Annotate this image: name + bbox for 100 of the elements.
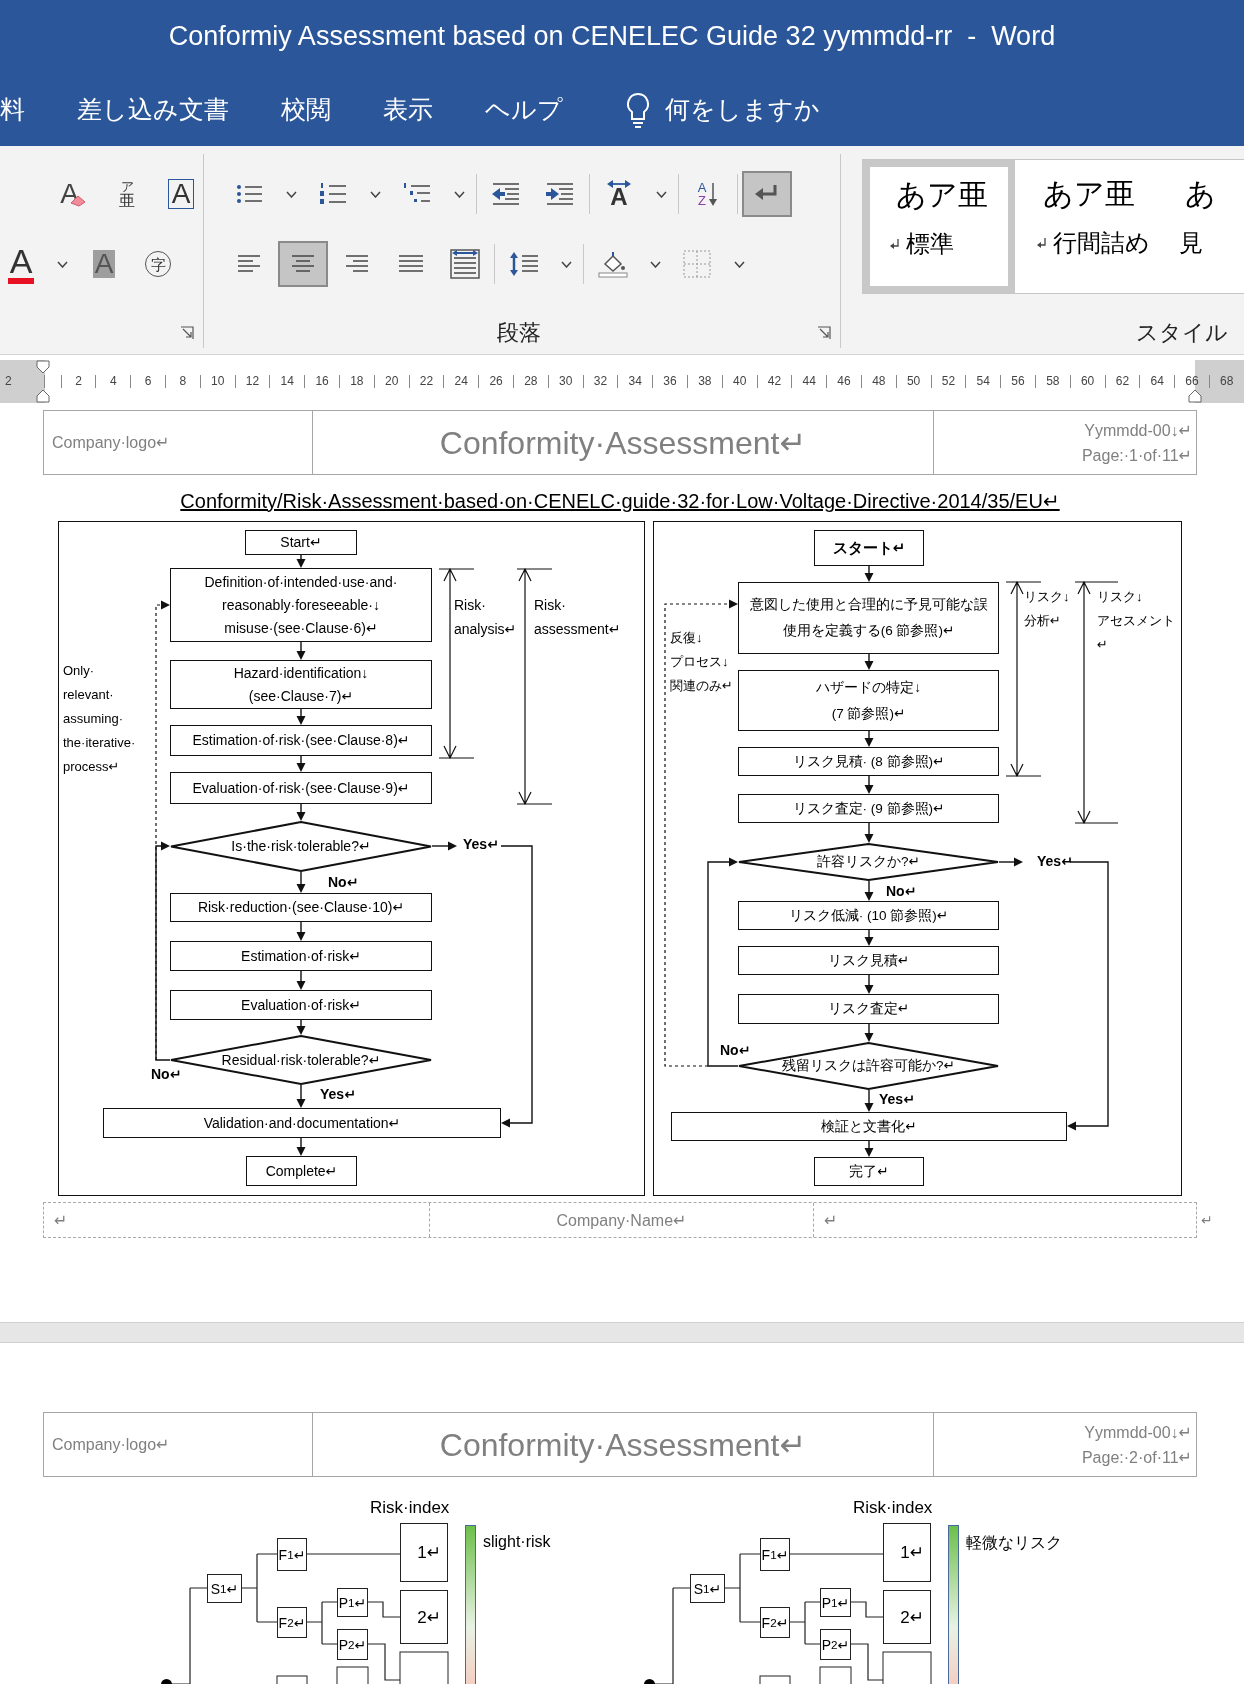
- sort-button[interactable]: A Z: [683, 171, 733, 217]
- connector-line: [850, 1643, 884, 1681]
- line-spacing-icon: [509, 251, 539, 277]
- connector-arrow: [864, 1140, 874, 1157]
- bullet-list-icon: [235, 183, 263, 205]
- branch-label: No↵: [720, 1042, 751, 1058]
- ruler-number: 54: [965, 375, 1001, 388]
- span-label: リスク↓ アセスメント↵: [1097, 588, 1176, 654]
- window-title: Conformiy Assessment based on CENELEC Guide 32 yymmdd-rr - Word: [168, 21, 1056, 52]
- connector-line: [306, 1601, 338, 1645]
- branch-label: No↵: [886, 883, 917, 899]
- process-box: 意図した使用と合理的に予見可能な誤使用を定義する(6 節参照)↵: [738, 582, 999, 654]
- decision-diamond: Is·the·risk·tolerable?↵: [170, 821, 432, 872]
- enclosed-character-button[interactable]: 字: [136, 241, 180, 287]
- paragraph-mark-icon: [1037, 237, 1047, 249]
- ruler-number: 44: [791, 375, 827, 388]
- connector-line: [789, 1601, 821, 1645]
- ruler-number: 18: [338, 375, 374, 388]
- process-box: Validation·and·documentation↵: [103, 1108, 501, 1138]
- connector-arrow: [431, 841, 457, 851]
- scale-label: slight·risk: [483, 1533, 551, 1551]
- character-border-button[interactable]: A: [159, 171, 203, 217]
- justify-icon: [398, 253, 424, 275]
- footer-cell: ↵: [813, 1203, 1196, 1237]
- menu-tab[interactable]: ヘルプ: [485, 93, 563, 126]
- ruler-number: 34: [617, 375, 653, 388]
- align-left-icon: [237, 253, 261, 275]
- connector-arrow: [864, 653, 874, 670]
- connector-arrow: [864, 822, 874, 843]
- ruler-number: 48: [860, 375, 896, 388]
- align-right-icon: [345, 253, 369, 275]
- caret-icon: [453, 190, 465, 198]
- caret-icon: [56, 260, 68, 268]
- ruler-number: 32: [582, 375, 618, 388]
- ruler-number: 30: [547, 375, 583, 388]
- risk-index-box: 2↵: [883, 1590, 931, 1644]
- connector-arrow: [864, 880, 874, 901]
- connector-arrow: [998, 857, 1023, 867]
- ruler-number: 64: [1139, 375, 1175, 388]
- connector-line: [367, 1643, 401, 1681]
- text-direction-button[interactable]: A: [594, 171, 644, 217]
- branch-label: No↵: [151, 1066, 182, 1082]
- ruler-number: 24: [443, 375, 479, 388]
- tell-me-search[interactable]: 何をしますか: [665, 93, 820, 126]
- document-heading: Conformity/Risk·Assessment·based·on·CENELC·guide·32·for·Low·Voltage·Directive·2014/35/EU↵: [180, 490, 1060, 512]
- process-box: Evaluation·of·risk↵: [170, 990, 432, 1020]
- connector-arrow: [864, 730, 874, 747]
- process-box: 検証と文書化↵: [671, 1112, 1067, 1141]
- phonetic-guide-button[interactable]: ア 亜: [105, 171, 150, 217]
- connector-arrow: [296, 871, 306, 893]
- font-color-button[interactable]: A: [0, 241, 42, 287]
- ruler-number: 52: [930, 375, 966, 388]
- ruler-number: 66: [1174, 375, 1209, 388]
- ruler-number: 60: [1069, 375, 1105, 388]
- terminal-box: Start↵: [245, 530, 357, 555]
- menu-tab[interactable]: 校閲: [281, 93, 331, 126]
- center-button[interactable]: [278, 241, 328, 287]
- ruler-number: 28: [512, 375, 548, 388]
- process-box: リスク査定↵: [738, 994, 999, 1024]
- risk-index-box: 1↵: [400, 1523, 448, 1582]
- connector-arrow: [864, 974, 874, 994]
- menu-tab[interactable]: 差し込み文書: [77, 93, 229, 126]
- span-label: Risk· assessment↵: [534, 596, 621, 639]
- ruler-number: 14: [269, 375, 305, 388]
- branch-label: Yes↵: [320, 1086, 356, 1102]
- paint-bucket-icon: [597, 250, 629, 278]
- style-tile[interactable]: あア亜 標準: [863, 160, 1015, 293]
- menu-tab[interactable]: 表示: [383, 93, 433, 126]
- paragraph-mark-icon: [890, 238, 900, 250]
- indent-marker-icon[interactable]: [36, 360, 50, 403]
- ruler-number: 42: [756, 375, 792, 388]
- decision-diamond: 許容リスクか?↵: [738, 843, 999, 881]
- connector-arrow: [296, 1137, 306, 1156]
- annotation-text: 反復↓ プロセス↓ 関連のみ↵: [670, 629, 733, 695]
- ruler-number: 8: [165, 375, 200, 388]
- header-cell: Conformity·Assessment↵: [312, 1413, 933, 1476]
- page-number: Page:·2·of·11↵: [1081, 1447, 1192, 1467]
- numbered-list-icon: [319, 182, 347, 206]
- risk-index-box: 1↵: [883, 1523, 931, 1582]
- terminal-box: Complete↵: [246, 1156, 357, 1186]
- document-code: Yymmdd-00↓↵: [1084, 420, 1192, 440]
- show-marks-button[interactable]: [742, 171, 792, 217]
- increase-indent-icon: [545, 182, 575, 206]
- process-box: リスク査定· (9 節参照)↵: [738, 794, 999, 823]
- ruler-number: 2: [0, 375, 45, 388]
- branch-label: Yes↵: [879, 1091, 915, 1107]
- branch-label: No↵: [328, 874, 359, 890]
- branch-label: Yes↵: [463, 836, 499, 852]
- connector-arrow: [296, 755, 306, 772]
- risk-index-box: 2↵: [400, 1590, 448, 1644]
- caret-icon: [655, 190, 667, 198]
- ruler-number: 26: [478, 375, 513, 388]
- group-label: スタイル: [1136, 319, 1228, 347]
- terminal-box: スタート↵: [814, 530, 924, 566]
- ruler-number: 58: [1034, 375, 1070, 388]
- menu-tab[interactable]: 料: [0, 93, 25, 126]
- header-cell-text: Company·logo↵: [51, 1435, 171, 1455]
- connector-arrow: [864, 565, 874, 582]
- process-box: リスク低減· (10 節参照)↵: [738, 901, 999, 930]
- caret-icon: [733, 260, 745, 268]
